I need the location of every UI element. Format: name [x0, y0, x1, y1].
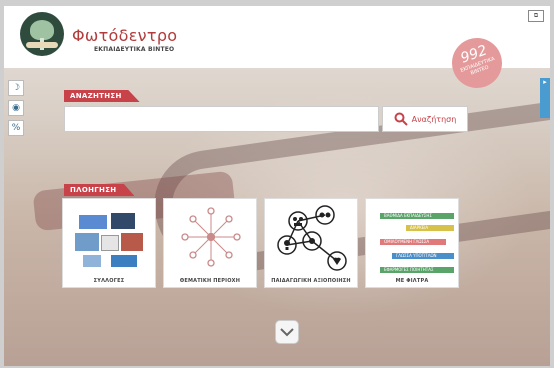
collection-thumb	[121, 233, 143, 251]
navigation-section-label: ΠΛΟΗΓΗΣΗ	[64, 184, 135, 196]
chevron-down-icon	[280, 328, 294, 337]
filter-item: ΓΛΩΣΣΑ ΥΠΟΤΙΤΛΩΝ	[392, 253, 454, 259]
collection-thumb	[83, 255, 101, 267]
card-label: ΘΕΜΑΤΙΚΗ ΠΕΡΙΟΧΗ	[179, 278, 241, 284]
search-section-label: ΑΝΑΖΗΤΗΣΗ	[64, 90, 140, 102]
logo-icon[interactable]	[20, 12, 64, 56]
search-button-label: Αναζήτηση	[411, 114, 457, 124]
logo-title[interactable]: Φωτόδεντρο	[72, 26, 177, 45]
search-button[interactable]: Αναζήτηση	[382, 106, 468, 132]
search-icon	[394, 112, 408, 126]
filter-item: ΟΜΙΛΟΥΜΕΝΗ ΓΛΩΣΣΑ	[380, 239, 446, 245]
search-input[interactable]	[64, 106, 379, 132]
collection-thumb	[75, 233, 99, 251]
scroll-down-button[interactable]	[275, 320, 299, 344]
collection-thumb	[79, 215, 107, 229]
percent-icon[interactable]: %	[8, 120, 24, 136]
collection-thumb	[101, 235, 119, 251]
card-label: ΠΑΙΔΑΓΩΓΙΚΗ ΑΞΙΟΠΟΙΗΣΗ	[271, 278, 351, 284]
network-icon	[181, 207, 241, 267]
card-label: ΣΥΛΛΟΓΕΣ	[93, 278, 125, 284]
card-pedagogical-use[interactable]: ΠΑΙΔΑΓΩΓΙΚΗ ΑΞΙΟΠΟΙΗΣΗ	[264, 198, 358, 288]
card-collections[interactable]: ΣΥΛΛΟΓΕΣ	[62, 198, 156, 288]
card-subject-area[interactable]: ΘΕΜΑΤΙΚΗ ΠΕΡΙΟΧΗ	[163, 198, 257, 288]
card-filters[interactable]: ΒΑΘΜΙΔΑ ΕΚΠΑΙΔΕΥΣΗΣ ΔΙΑΡΚΕΙΑ ΟΜΙΛΟΥΜΕΝΗ …	[365, 198, 459, 288]
collection-thumb	[111, 255, 137, 267]
filter-item: ΔΙΑΡΚΕΙΑ	[406, 225, 454, 231]
filter-item: ΕΦΑΡΜΟΓΕΣ ΠΟΙΗΤΗΤΑΣ	[380, 267, 454, 273]
globe-icon[interactable]: ◉	[8, 100, 24, 116]
logo-subtitle: ΕΚΠΑΙΔΕΥΤΙΚΑ ΒΙΝΤΕΟ	[94, 46, 175, 53]
window-icon[interactable]: ⧉	[528, 10, 544, 22]
side-toolbar: ☽ ◉ %	[8, 80, 24, 140]
card-label: ΜΕ ΦΙΛΤΡΑ	[395, 278, 429, 284]
page: Φωτόδεντρο ΕΚΠΑΙΔΕΥΤΙΚΑ ΒΙΝΤΕΟ ⧉ 992 ΕΚΠ…	[4, 6, 550, 366]
right-side-tab[interactable]: ▸	[540, 78, 550, 118]
film-reel-icon	[26, 42, 58, 48]
moon-icon[interactable]: ☽	[8, 80, 24, 96]
filter-item: ΒΑΘΜΙΔΑ ΕΚΠΑΙΔΕΥΣΗΣ	[380, 213, 454, 219]
pedagogy-icons	[277, 205, 347, 271]
collection-thumb	[111, 213, 135, 229]
tree-icon	[30, 20, 54, 40]
